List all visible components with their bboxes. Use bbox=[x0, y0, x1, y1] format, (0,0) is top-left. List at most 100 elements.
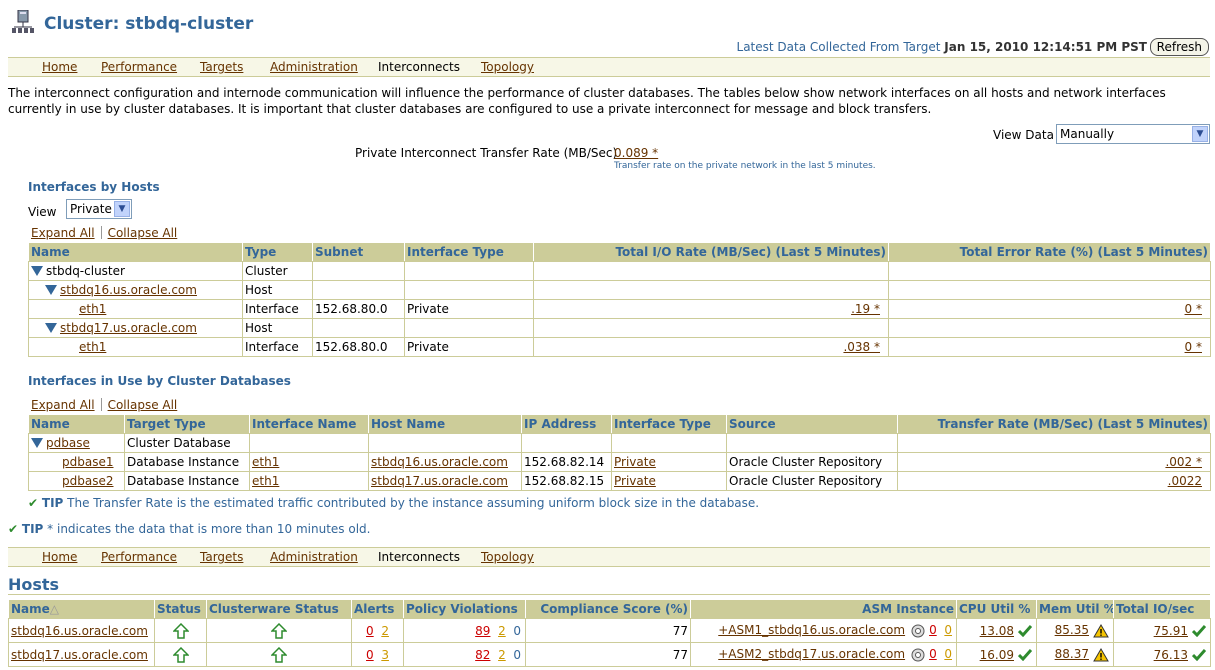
critical-alerts-link[interactable]: 0 bbox=[366, 648, 374, 662]
interface-type-link[interactable]: Private bbox=[614, 474, 656, 488]
cpu-util-link[interactable]: 13.08 bbox=[980, 624, 1014, 638]
col-interface-type[interactable]: Interface Type bbox=[404, 242, 534, 262]
ok-check-icon bbox=[1018, 625, 1032, 637]
warning-alerts-link[interactable]: 3 bbox=[381, 648, 389, 662]
tab-administration[interactable]: Administration bbox=[270, 60, 358, 74]
tab-home[interactable]: Home bbox=[42, 60, 77, 74]
col-total-error-rate[interactable]: Total Error Rate (%) (Last 5 Minutes) bbox=[888, 242, 1211, 262]
collapse-all-link[interactable]: Collapse All bbox=[108, 398, 178, 412]
col-total-io[interactable]: Total IO/sec bbox=[1113, 599, 1211, 619]
critical-alerts-link[interactable]: 0 bbox=[366, 624, 374, 638]
col-mem-util[interactable]: Mem Util % bbox=[1036, 599, 1114, 619]
col-name[interactable]: Name bbox=[28, 414, 125, 434]
tab-topology[interactable]: Topology bbox=[481, 550, 534, 564]
asm-warning-link[interactable]: 0 bbox=[944, 647, 952, 661]
clusterware-up-arrow-icon[interactable] bbox=[271, 622, 287, 639]
row-iname bbox=[249, 433, 369, 453]
collapse-triangle-icon[interactable] bbox=[31, 266, 43, 276]
col-alerts[interactable]: Alerts bbox=[351, 599, 404, 619]
host-link[interactable]: stbdq17.us.oracle.com bbox=[11, 648, 148, 662]
tip-text: The Transfer Rate is the estimated traff… bbox=[67, 496, 760, 510]
status-up-arrow-icon[interactable] bbox=[172, 622, 189, 639]
mem-util-link[interactable]: 85.35 bbox=[1055, 623, 1089, 637]
collapse-triangle-icon[interactable] bbox=[45, 323, 57, 333]
status-up-arrow-icon[interactable] bbox=[172, 646, 189, 663]
row-target-type: Cluster Database bbox=[124, 433, 250, 453]
col-ip-address[interactable]: IP Address bbox=[521, 414, 612, 434]
tab-performance[interactable]: Performance bbox=[101, 60, 177, 74]
row-source: Oracle Cluster Repository bbox=[726, 471, 898, 491]
col-type[interactable]: Type bbox=[242, 242, 313, 262]
transfer-rate-link[interactable]: .0022 bbox=[1168, 474, 1202, 488]
host-link[interactable]: stbdq17.us.oracle.com bbox=[60, 321, 197, 335]
col-compliance-score[interactable]: Compliance Score (%) bbox=[525, 599, 691, 619]
row-itype: Private bbox=[404, 299, 534, 319]
collapse-triangle-icon[interactable] bbox=[31, 438, 43, 448]
host-link[interactable]: stbdq16.us.oracle.com bbox=[11, 624, 148, 638]
interface-link[interactable]: eth1 bbox=[252, 474, 279, 488]
warning-violations-link[interactable]: 2 bbox=[498, 624, 506, 638]
asm-critical-link[interactable]: 0 bbox=[929, 623, 937, 637]
io-rate-link[interactable]: .19 * bbox=[851, 302, 880, 316]
interface-link[interactable]: eth1 bbox=[79, 340, 106, 354]
col-cpu-util[interactable]: CPU Util % bbox=[956, 599, 1037, 619]
clusterware-up-arrow-icon[interactable] bbox=[271, 646, 287, 663]
col-clusterware-status[interactable]: Clusterware Status bbox=[206, 599, 352, 619]
asm-critical-link[interactable]: 0 bbox=[929, 647, 937, 661]
col-interface-type[interactable]: Interface Type bbox=[611, 414, 727, 434]
warning-alerts-link[interactable]: 2 bbox=[381, 624, 389, 638]
table-row: stbdq16.us.oracle.com Host bbox=[28, 280, 1211, 300]
tab-performance[interactable]: Performance bbox=[101, 550, 177, 564]
interface-link[interactable]: eth1 bbox=[79, 302, 106, 316]
io-rate-link[interactable]: .038 * bbox=[843, 340, 880, 354]
collapse-triangle-icon[interactable] bbox=[45, 285, 57, 295]
col-subnet[interactable]: Subnet bbox=[312, 242, 405, 262]
expand-all-link[interactable]: Expand All bbox=[31, 226, 95, 240]
expand-all-link[interactable]: Expand All bbox=[31, 398, 95, 412]
col-policy-violations[interactable]: Policy Violations bbox=[403, 599, 526, 619]
view-data-select[interactable]: Manually ▼ bbox=[1056, 124, 1210, 144]
asm-instance-link[interactable]: +ASM2_stbdq17.us.oracle.com bbox=[718, 647, 905, 661]
tab-targets[interactable]: Targets bbox=[200, 60, 243, 74]
mem-util-link[interactable]: 88.37 bbox=[1055, 647, 1089, 661]
warning-violations-link[interactable]: 2 bbox=[498, 648, 506, 662]
tab-topology[interactable]: Topology bbox=[481, 60, 534, 74]
private-rate-value[interactable]: 0.089 * bbox=[614, 146, 658, 160]
col-asm-instance[interactable]: ASM Instance bbox=[690, 599, 957, 619]
transfer-rate-link[interactable]: .002 * bbox=[1165, 455, 1202, 469]
collapse-all-link[interactable]: Collapse All bbox=[108, 226, 178, 240]
interface-type-link[interactable]: Private bbox=[614, 455, 656, 469]
host-link[interactable]: stbdq16.us.oracle.com bbox=[371, 455, 508, 469]
cpu-util-link[interactable]: 16.09 bbox=[980, 648, 1014, 662]
instance-link[interactable]: pdbase2 bbox=[62, 474, 113, 488]
col-total-io-rate[interactable]: Total I/O Rate (MB/Sec) (Last 5 Minutes) bbox=[533, 242, 889, 262]
host-link[interactable]: stbdq17.us.oracle.com bbox=[371, 474, 508, 488]
total-io-link[interactable]: 76.13 bbox=[1154, 648, 1188, 662]
col-name[interactable]: Name bbox=[28, 242, 243, 262]
asm-instance-link[interactable]: +ASM1_stbdq16.us.oracle.com bbox=[718, 623, 905, 637]
col-source[interactable]: Source bbox=[726, 414, 898, 434]
database-link[interactable]: pdbase bbox=[46, 436, 90, 450]
col-target-type[interactable]: Target Type bbox=[124, 414, 250, 434]
interface-link[interactable]: eth1 bbox=[252, 455, 279, 469]
critical-violations-link[interactable]: 82 bbox=[475, 648, 490, 662]
col-interface-name[interactable]: Interface Name bbox=[249, 414, 369, 434]
col-name[interactable]: Name△ bbox=[8, 599, 155, 619]
tab-home[interactable]: Home bbox=[42, 550, 77, 564]
col-transfer-rate[interactable]: Transfer Rate (MB/Sec) (Last 5 Minutes) bbox=[897, 414, 1211, 434]
tab-targets[interactable]: Targets bbox=[200, 550, 243, 564]
refresh-button[interactable]: Refresh bbox=[1149, 38, 1209, 56]
col-host-name[interactable]: Host Name bbox=[368, 414, 522, 434]
error-rate-link[interactable]: 0 * bbox=[1185, 302, 1202, 316]
error-rate-link[interactable]: 0 * bbox=[1185, 340, 1202, 354]
tab-interconnects[interactable]: Interconnects bbox=[378, 550, 460, 564]
total-io-link[interactable]: 75.91 bbox=[1154, 624, 1188, 638]
tab-administration[interactable]: Administration bbox=[270, 550, 358, 564]
view-select[interactable]: Private ▼ bbox=[66, 199, 132, 219]
col-status[interactable]: Status bbox=[154, 599, 207, 619]
asm-warning-link[interactable]: 0 bbox=[944, 623, 952, 637]
tab-interconnects[interactable]: Interconnects bbox=[378, 60, 460, 74]
critical-violations-link[interactable]: 89 bbox=[475, 624, 490, 638]
host-link[interactable]: stbdq16.us.oracle.com bbox=[60, 283, 197, 297]
instance-link[interactable]: pdbase1 bbox=[62, 455, 113, 469]
